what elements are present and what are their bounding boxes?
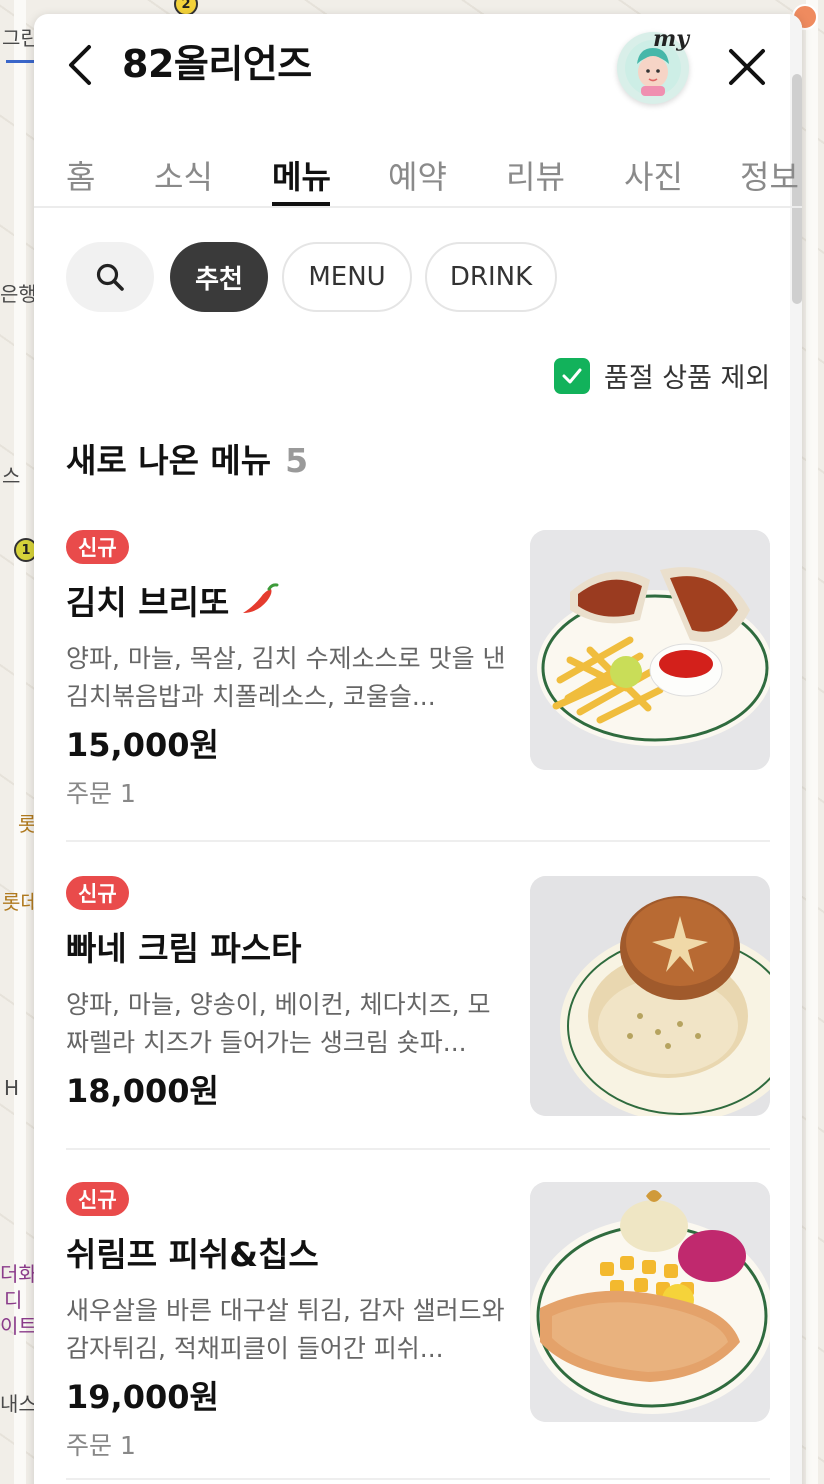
close-button[interactable] [724, 44, 770, 90]
menu-item-name: 쉬림프 피쉬&칩스 [66, 1235, 319, 1274]
close-icon [729, 49, 765, 85]
new-badge: 신규 [66, 1182, 129, 1216]
tab-reservation[interactable]: 예약 [388, 152, 447, 198]
menu-item-description: 양파, 마늘, 목살, 김치 수제소스로 맛을 낸 김치볶음밥과 치폴레소스, … [66, 644, 506, 711]
my-label: my [653, 26, 690, 52]
search-icon [96, 263, 124, 291]
section-title: 새로 나온 메뉴 5 [66, 434, 308, 482]
tab-bar: 홈 소식 메뉴 예약 리뷰 사진 정보 [34, 132, 802, 208]
tab-home[interactable]: 홈 [66, 152, 95, 198]
menu-item[interactable]: 신규 빠네 크림 파스타 양파, 마늘, 양송이, 베이컨, 체다치즈, 모짜렐… [66, 876, 770, 1150]
map-transit-line [6, 60, 36, 63]
map-label: H [4, 1076, 20, 1100]
menu-item-price: 19,000원 [66, 1378, 219, 1416]
menu-item-orders: 주문 1 [66, 1431, 136, 1460]
menu-search-button[interactable] [66, 242, 154, 312]
menu-item-name: 빠네 크림 파스타 [66, 929, 302, 968]
menu-item-price: 18,000원 [66, 1072, 219, 1110]
chili-pepper-icon [243, 583, 279, 613]
map-label: 이트 [0, 1314, 37, 1338]
chip-recommended[interactable]: 추천 [170, 242, 268, 312]
map-label: 내스 [0, 1392, 37, 1416]
exclude-soldout-label: 품절 상품 제외 [604, 363, 771, 394]
menu-item-name: 김치 브리또 [66, 576, 279, 624]
menu-item-name-text: 김치 브리또 [66, 583, 230, 622]
map-label: 디 [4, 1288, 23, 1312]
my-profile-button[interactable]: my [617, 26, 689, 104]
page-title: 82올리언즈 [122, 42, 312, 86]
tab-menu[interactable]: 메뉴 [272, 152, 331, 198]
tab-info[interactable]: 정보 [740, 152, 799, 198]
exclude-soldout-toggle[interactable]: 품절 상품 제외 [554, 356, 770, 395]
tab-photos[interactable]: 사진 [624, 152, 683, 198]
bread-bowl-pasta-photo[interactable] [530, 876, 770, 1116]
menu-item-description: 새우살을 바른 대구살 튀김, 감자 샐러드와 감자튀김, 적채피클이 들어간 … [66, 1296, 505, 1363]
place-detail-panel: 82올리언즈 my 홈 소식 메뉴 예약 리뷰 사진 정보 추천 MENU DR… [34, 14, 802, 1484]
map-road [806, 0, 818, 1484]
chip-menu[interactable]: MENU [282, 242, 412, 312]
exclude-soldout-checkbox[interactable] [554, 357, 590, 394]
section-count: 5 [285, 441, 309, 480]
burrito-plate-photo[interactable] [530, 530, 770, 770]
new-badge: 신규 [66, 876, 129, 910]
map-label: 은행 [0, 282, 37, 306]
menu-item-description: 양파, 마늘, 양송이, 베이컨, 체다치즈, 모짜렐라 치즈가 들어가는 생크… [66, 990, 491, 1057]
back-button[interactable] [62, 42, 98, 88]
tab-reviews[interactable]: 리뷰 [506, 152, 565, 198]
section-title-text: 새로 나온 메뉴 [66, 441, 272, 480]
chevron-left-icon [69, 45, 91, 85]
fish-and-chips-photo[interactable] [530, 1182, 770, 1422]
menu-item-orders: 주문 1 [66, 779, 136, 808]
item-divider [66, 840, 770, 842]
map-label: 더화 [0, 1262, 37, 1286]
item-divider [66, 1478, 770, 1480]
new-badge: 신규 [66, 530, 129, 564]
active-tab-indicator [272, 202, 330, 206]
menu-item[interactable]: 신규 김치 브리또 양파, 마늘, 목살, 김치 수제소스로 맛을 낸 김치볶음… [66, 530, 770, 842]
chip-drink[interactable]: DRINK [425, 242, 557, 312]
check-icon [562, 368, 582, 383]
panel-header: 82올리언즈 my [34, 14, 802, 124]
item-divider [66, 1148, 770, 1150]
menu-item-price: 15,000원 [66, 726, 219, 764]
menu-item[interactable]: 신규 쉬림프 피쉬&칩스 새우살을 바른 대구살 튀김, 감자 샐러드와 감자튀… [66, 1182, 770, 1482]
map-label: 스 [2, 464, 21, 488]
tab-news[interactable]: 소식 [154, 152, 213, 198]
